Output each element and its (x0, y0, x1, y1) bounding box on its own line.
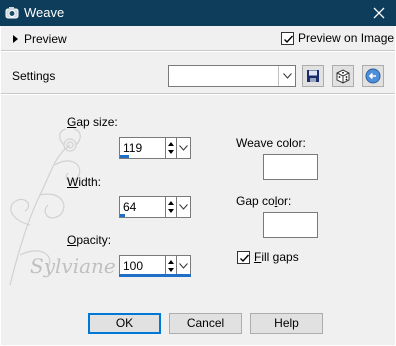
gap-size-spin-arrows[interactable] (166, 137, 177, 159)
help-button[interactable]: Help (250, 313, 323, 334)
settings-dropdown[interactable] (168, 65, 296, 87)
ok-button[interactable]: OK (88, 313, 161, 334)
checkbox-box[interactable] (281, 31, 294, 45)
width-value: 64 (123, 200, 137, 214)
settings-bar: Settings (1, 52, 395, 94)
width-stepper[interactable]: 64 (119, 196, 191, 218)
width-label: Width: (67, 175, 102, 189)
close-icon (373, 7, 385, 19)
gap-color-label: Gap color: (236, 194, 292, 208)
settings-label: Settings (12, 69, 56, 83)
opacity-value: 100 (123, 259, 144, 273)
save-preset-button[interactable] (302, 65, 324, 87)
spin-down-icon[interactable] (168, 209, 174, 213)
gap-size-value: 119 (123, 141, 143, 155)
weave-color-label: Weave color: (236, 136, 306, 150)
width-slider-dropdown[interactable] (177, 196, 191, 218)
opacity-slider-fill[interactable] (119, 274, 191, 277)
dice-icon (336, 69, 350, 84)
width-slider-fill[interactable] (120, 214, 125, 217)
gap-size-input[interactable]: 119 (119, 137, 166, 159)
reset-button[interactable] (362, 65, 384, 87)
fill-gaps-label: Fill gaps (254, 250, 299, 264)
preview-toggle-label: Preview (24, 32, 67, 46)
save-icon (307, 70, 319, 82)
spin-up-icon[interactable] (168, 201, 174, 205)
expand-triangle-icon (13, 35, 18, 43)
gap-size-stepper[interactable]: 119 (119, 137, 191, 159)
randomize-button[interactable] (332, 65, 354, 87)
preview-on-image-label: Preview on Image (298, 31, 395, 45)
spin-up-icon[interactable] (168, 142, 174, 146)
spin-up-icon[interactable] (168, 260, 174, 264)
spin-down-icon[interactable] (168, 268, 174, 272)
weave-color-swatch[interactable] (263, 154, 318, 180)
fill-gaps-checkbox[interactable]: Fill gaps (237, 250, 299, 264)
width-input[interactable]: 64 (119, 196, 166, 218)
window-title: Weave (24, 5, 65, 20)
check-icon (284, 35, 294, 43)
app-icon (5, 7, 19, 19)
chevron-down-icon (179, 145, 188, 151)
gap-size-label: Gap size: (67, 115, 118, 129)
chevron-down-icon (179, 204, 188, 210)
opacity-label: Opacity: (67, 233, 112, 247)
chevron-down-icon[interactable] (278, 66, 295, 86)
checkbox-box[interactable] (237, 250, 250, 264)
chevron-down-icon (179, 263, 188, 269)
gap-size-slider-fill[interactable] (120, 155, 129, 158)
gap-size-slider-dropdown[interactable] (177, 137, 191, 159)
preview-toggle[interactable]: Preview (13, 32, 67, 46)
width-spin-arrows[interactable] (166, 196, 177, 218)
spin-down-icon[interactable] (168, 150, 174, 154)
gap-color-swatch[interactable] (263, 212, 318, 238)
close-button[interactable] (362, 0, 396, 26)
preview-on-image-checkbox[interactable]: Preview on Image (281, 31, 394, 45)
opacity-stepper[interactable]: 100 (119, 255, 191, 277)
check-icon (240, 254, 250, 262)
cancel-button[interactable]: Cancel (169, 313, 242, 334)
reset-icon (365, 68, 381, 84)
main-panel (1, 95, 395, 345)
title-bar: Weave (0, 0, 396, 26)
preview-bar: Preview Preview on Image (1, 26, 395, 51)
